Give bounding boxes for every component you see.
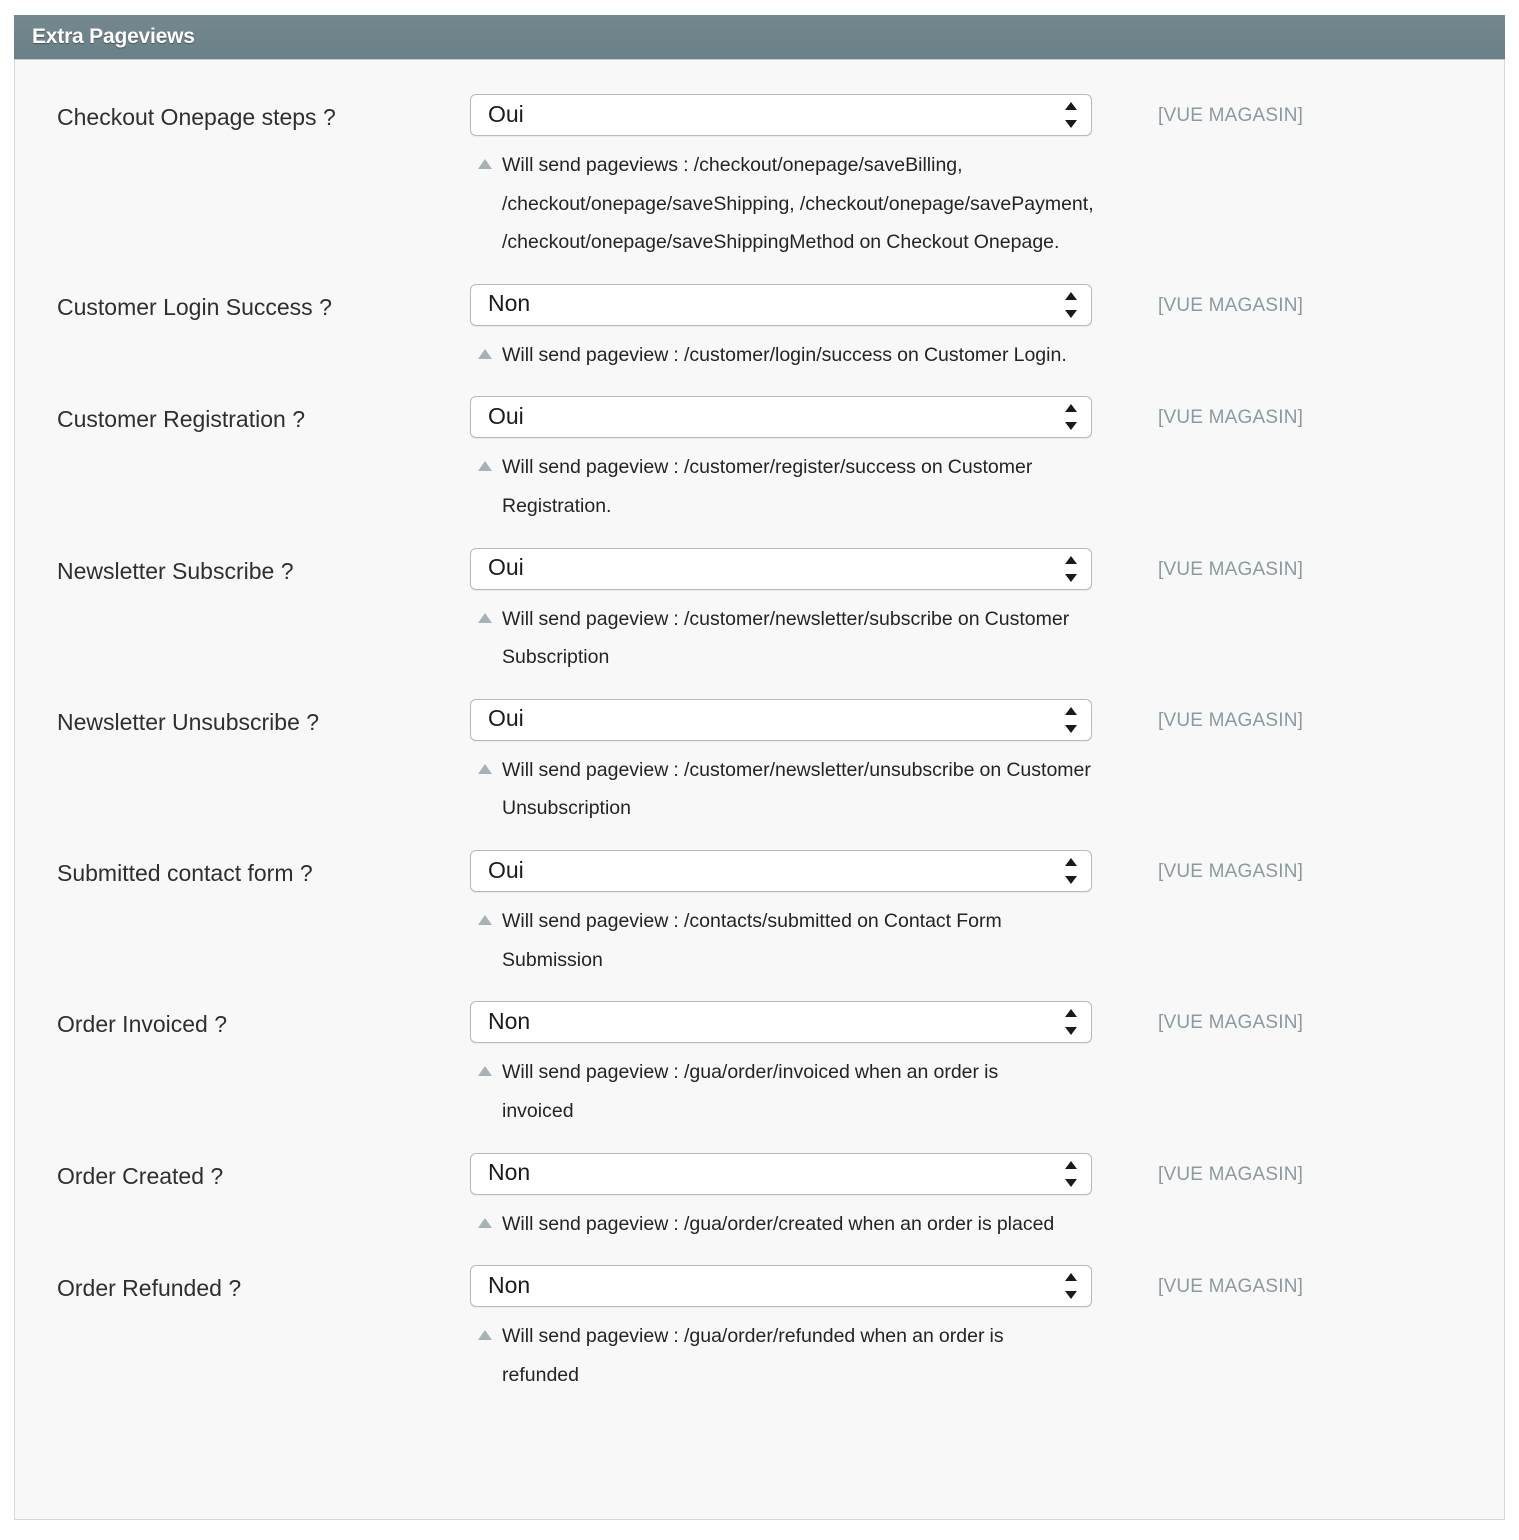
select-2[interactable]: Oui — [470, 396, 1092, 439]
hint-text: Will send pageview : /gua/order/created … — [502, 1212, 1055, 1235]
scope-label: [VUE MAGASIN] — [1158, 709, 1304, 731]
field-label: Newsletter Subscribe ? — [57, 557, 294, 584]
config-row: Checkout Onepage steps ? Oui Will send pag… — [15, 94, 1504, 262]
triangle-up-icon — [478, 763, 492, 774]
triangle-up-icon — [478, 1217, 492, 1228]
updown-spinner-icon — [1065, 555, 1077, 582]
screen: Extra Pageviews Checkout Onepage steps ?… — [0, 0, 1519, 1540]
config-row: Customer Registration ? Oui Will send page… — [15, 396, 1504, 525]
scope-label: [VUE MAGASIN] — [1158, 1012, 1304, 1034]
scope-label: [VUE MAGASIN] — [1158, 1276, 1304, 1298]
triangle-up-icon — [478, 1066, 492, 1077]
field-hint: Will send pageview : /gua/order/invoiced… — [470, 1053, 1070, 1130]
triangle-up-icon — [478, 612, 492, 623]
select-0[interactable]: Oui — [470, 94, 1092, 136]
select-1[interactable]: Non — [470, 283, 1092, 326]
updown-spinner-icon — [1065, 102, 1077, 128]
field-hint: Will send pageview : /customer/newslette… — [470, 600, 1130, 677]
config-row: Newsletter Unsubscribe ? Oui Will send pag… — [15, 698, 1504, 828]
field-control: Non Will send pageview : /gua/order/refun… — [470, 1265, 1092, 1394]
select-6[interactable]: Non — [470, 1001, 1092, 1044]
field-label: Customer Login Success ? — [57, 293, 332, 320]
field-control: Oui Will send pageviews : /checkout/onepa… — [470, 94, 1094, 262]
field-control: Non Will send pageview : /gua/order/invoi… — [470, 1001, 1092, 1130]
triangle-up-icon — [478, 1330, 492, 1341]
extra-pageviews-panel: Extra Pageviews Checkout Onepage steps ?… — [14, 15, 1505, 1520]
select-7[interactable]: Non — [470, 1152, 1092, 1195]
field-control: Non Will send pageview : /customer/login/… — [470, 283, 1092, 375]
config-row: Order Invoiced ? Non Will send pageview : … — [15, 1001, 1504, 1130]
panel-body: Checkout Onepage steps ? Oui Will send pag… — [15, 60, 1504, 1446]
field-hint: Will send pageview : /customer/register/… — [470, 448, 1106, 525]
select-value: Oui — [488, 554, 524, 581]
select-value: Non — [488, 1271, 531, 1298]
scope-label: [VUE MAGASIN] — [1158, 105, 1304, 126]
scope-label: [VUE MAGASIN] — [1158, 407, 1304, 429]
updown-spinner-icon — [1065, 1160, 1077, 1187]
hint-text: Will send pageview : /customer/newslette… — [502, 607, 1070, 669]
select-5[interactable]: Oui — [470, 850, 1092, 893]
panel-title: Extra Pageviews — [32, 25, 195, 48]
config-row: Order Created ? Non Will send pageview : /… — [15, 1152, 1504, 1244]
hint-text: Will send pageview : /customer/register/… — [502, 456, 1033, 518]
field-label: Order Created ? — [57, 1162, 224, 1189]
field-hint: Will send pageview : /customer/login/suc… — [470, 336, 1106, 375]
scope-label: [VUE MAGASIN] — [1158, 558, 1304, 580]
field-label: Order Invoiced ? — [57, 1011, 228, 1038]
field-control: Oui Will send pageview : /customer/newsle… — [470, 547, 1092, 677]
select-value: Oui — [488, 705, 524, 732]
triangle-up-icon — [478, 159, 492, 169]
field-label: Submitted contact form ? — [57, 860, 313, 887]
select-8[interactable]: Non — [470, 1265, 1092, 1308]
field-label: Order Refunded ? — [57, 1275, 242, 1302]
field-label: Customer Registration ? — [57, 406, 305, 433]
select-value: Oui — [488, 100, 524, 127]
triangle-up-icon — [478, 348, 492, 359]
config-row: Submitted contact form ? Oui Will send pag… — [15, 850, 1504, 979]
updown-spinner-icon — [1065, 1009, 1077, 1036]
select-value: Non — [488, 1007, 531, 1034]
triangle-up-icon — [478, 915, 492, 926]
triangle-up-icon — [478, 461, 492, 472]
updown-spinner-icon — [1065, 404, 1077, 431]
field-hint: Will send pageviews : /checkout/onepage/… — [470, 146, 1106, 262]
select-value: Non — [488, 290, 531, 317]
select-3[interactable]: Oui — [470, 547, 1092, 590]
field-control: Oui Will send pageview : /customer/regist… — [470, 396, 1092, 525]
updown-spinner-icon — [1065, 706, 1077, 733]
updown-spinner-icon — [1065, 291, 1077, 318]
field-hint: Will send pageview : /gua/order/created … — [470, 1205, 1130, 1244]
field-hint: Will send pageview : /contacts/submitted… — [470, 902, 1070, 979]
field-control: Oui Will send pageview : /contacts/submit… — [470, 850, 1092, 979]
updown-spinner-icon — [1065, 1273, 1077, 1300]
field-hint: Will send pageview : /customer/newslette… — [470, 751, 1142, 828]
scope-label: [VUE MAGASIN] — [1158, 294, 1304, 316]
hint-text: Will send pageview : /gua/order/refunded… — [502, 1325, 1004, 1386]
field-label: Newsletter Unsubscribe ? — [57, 708, 320, 735]
field-label: Checkout Onepage steps ? — [57, 104, 336, 130]
select-value: Non — [488, 1159, 531, 1186]
hint-text: Will send pageview : /contacts/submitted… — [502, 910, 1002, 971]
field-hint: Will send pageview : /gua/order/refunded… — [470, 1317, 1070, 1394]
updown-spinner-icon — [1065, 858, 1077, 885]
field-control: Oui Will send pageview : /customer/newsle… — [470, 698, 1092, 828]
config-row: Order Refunded ? Non Will send pageview : … — [15, 1265, 1504, 1394]
config-row: Newsletter Subscribe ? Oui Will send pagev… — [15, 547, 1504, 677]
hint-text: Will send pageview : /customer/login/suc… — [502, 343, 1067, 366]
hint-text: Will send pageviews : /checkout/onepage/… — [502, 154, 1094, 254]
scope-label: [VUE MAGASIN] — [1158, 1163, 1304, 1185]
select-4[interactable]: Oui — [470, 698, 1092, 741]
config-row: Customer Login Success ? Non Will send pag… — [15, 283, 1504, 375]
hint-text: Will send pageview : /gua/order/invoiced… — [502, 1061, 999, 1122]
select-value: Oui — [488, 856, 524, 883]
field-control: Non Will send pageview : /gua/order/creat… — [470, 1152, 1092, 1244]
scope-label: [VUE MAGASIN] — [1158, 861, 1304, 883]
panel-header: Extra Pageviews — [14, 15, 1505, 60]
select-value: Oui — [488, 402, 524, 429]
hint-text: Will send pageview : /customer/newslette… — [502, 758, 1091, 820]
